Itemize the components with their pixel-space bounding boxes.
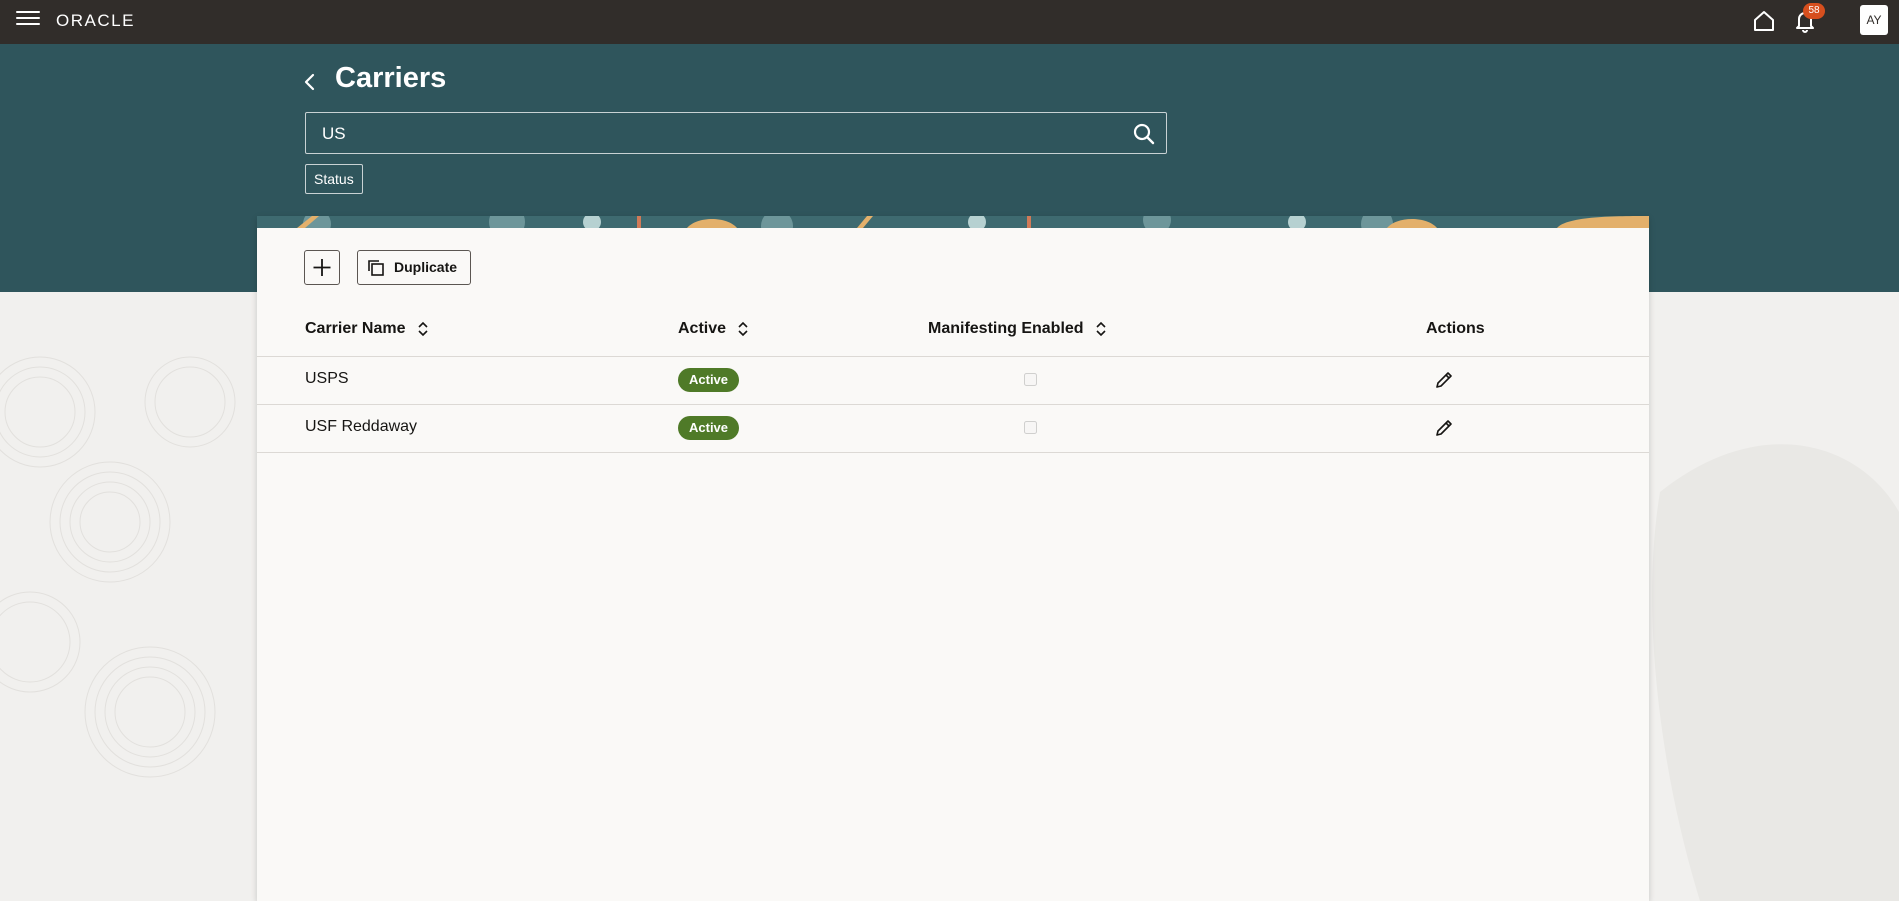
card-banner	[257, 216, 1649, 228]
menu-icon[interactable]	[16, 10, 40, 32]
column-header-label: Active	[678, 320, 727, 337]
sort-icon[interactable]	[736, 321, 750, 337]
carriers-card: Duplicate Carrier Name Active Manifestin…	[257, 216, 1649, 901]
column-header-active[interactable]: Active	[678, 320, 750, 338]
oracle-logo: ORACLE	[56, 11, 135, 30]
column-header-label: Actions	[1426, 320, 1485, 337]
search-input[interactable]	[320, 121, 1114, 147]
duplicate-label: Duplicate	[394, 259, 458, 275]
sort-icon[interactable]	[416, 321, 430, 337]
avatar[interactable]: AY	[1860, 5, 1888, 35]
row-divider	[257, 404, 1649, 405]
edit-icon[interactable]	[1433, 369, 1455, 391]
column-header-label: Carrier Name	[305, 320, 406, 337]
search-icon[interactable]	[1132, 122, 1156, 146]
status-filter-chip[interactable]: Status	[305, 164, 363, 194]
page-title: Carriers	[335, 62, 447, 94]
header-divider	[257, 356, 1649, 357]
carrier-name-cell: USF Reddaway	[305, 418, 418, 435]
column-header-label: Manifesting Enabled	[928, 320, 1084, 337]
column-header-actions: Actions	[1426, 320, 1485, 338]
home-icon[interactable]	[1752, 9, 1776, 33]
carrier-name-cell: USPS	[305, 370, 349, 387]
duplicate-icon	[368, 260, 384, 276]
status-badge: Active	[678, 368, 740, 392]
add-button[interactable]	[304, 250, 340, 285]
row-divider	[257, 452, 1649, 453]
status-badge: Active	[678, 416, 740, 440]
manifesting-enabled-checkbox[interactable]	[1024, 421, 1037, 434]
sort-icon[interactable]	[1094, 321, 1108, 337]
back-icon[interactable]	[300, 70, 320, 94]
top-bar: ORACLE 58 AY	[0, 0, 1899, 44]
notification-badge: 58	[1803, 3, 1825, 19]
edit-icon[interactable]	[1433, 417, 1455, 439]
column-header-manifesting-enabled[interactable]: Manifesting Enabled	[928, 320, 1108, 338]
duplicate-button[interactable]: Duplicate	[357, 250, 471, 285]
search-field[interactable]	[305, 112, 1167, 154]
manifesting-enabled-checkbox[interactable]	[1024, 373, 1037, 386]
plus-icon	[313, 259, 331, 276]
column-header-carrier-name[interactable]: Carrier Name	[305, 320, 430, 338]
